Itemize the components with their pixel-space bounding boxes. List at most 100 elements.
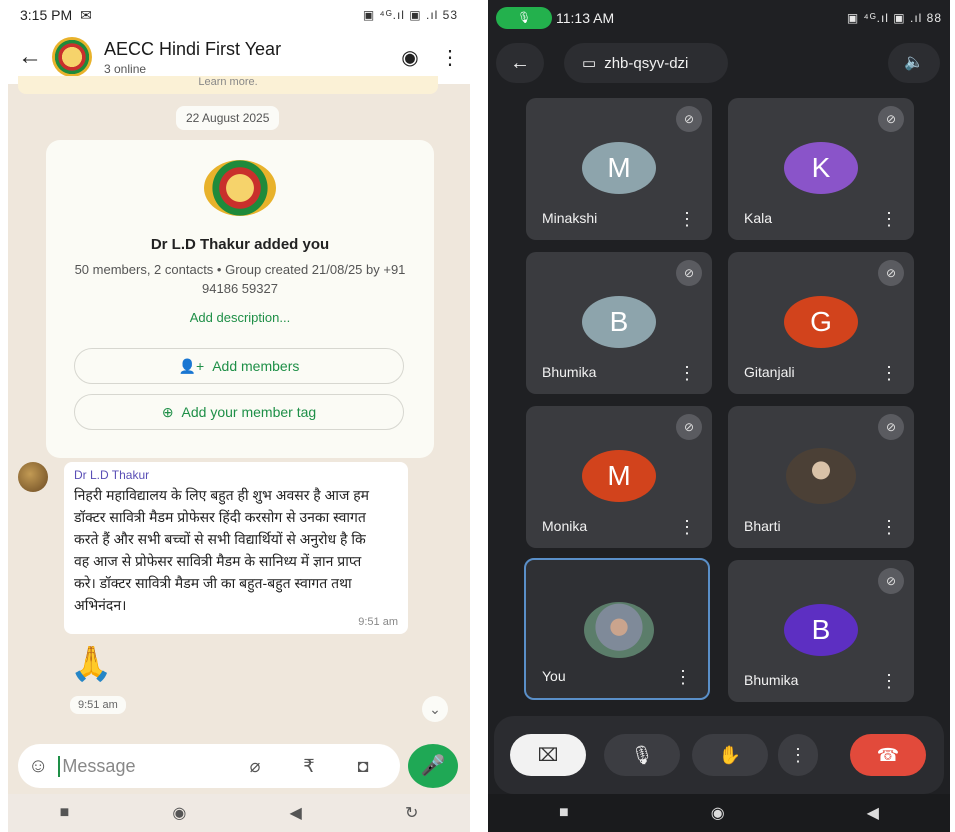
- participant-tile[interactable]: ⊘ M Monika ⋮: [526, 406, 712, 548]
- participant-tile[interactable]: ⊘ K Kala ⋮: [728, 98, 914, 240]
- more-options-icon[interactable]: ⋮: [430, 45, 470, 70]
- calendar-icon: ▭: [582, 55, 597, 72]
- payment-icon[interactable]: ₹: [282, 756, 336, 777]
- participant-tile[interactable]: ⊘ Bharti ⋮: [728, 406, 914, 548]
- add-person-icon: 👤+: [178, 357, 205, 374]
- mic-off-icon: ⊘: [878, 106, 904, 132]
- message-bubble[interactable]: Dr L.D Thakur निहरी महाविद्यालय के लिए ब…: [64, 462, 408, 634]
- meeting-code-chip[interactable]: ▭ zhb-qsyv-dzi: [564, 43, 728, 83]
- message-text: निहरी महाविद्यालय के लिए बहुत ही शुभ अवस…: [74, 487, 370, 613]
- attach-icon[interactable]: ⌀: [228, 756, 282, 777]
- notification-icon: ✉: [80, 6, 92, 23]
- tile-menu-icon[interactable]: ⋮: [880, 363, 898, 384]
- composer: ☺ Message ⌀ ₹ ◘ 🎤: [8, 738, 470, 794]
- participant-avatar: G: [784, 296, 858, 348]
- tile-menu-icon[interactable]: ⋮: [880, 671, 898, 692]
- mic-off-icon: ⊘: [676, 260, 702, 286]
- recent-apps-icon[interactable]: ■: [60, 804, 70, 822]
- message-input[interactable]: Message: [58, 755, 228, 777]
- screenshot-root: 3:15 PM ✉ ▣ ⁴ᴳ.ıl ▣ .ıl 53 ← AECC Hindi …: [0, 0, 955, 832]
- home-icon[interactable]: ◉: [711, 803, 725, 823]
- add-members-label: Add members: [212, 358, 300, 374]
- scroll-down-icon[interactable]: ⌄: [422, 696, 448, 722]
- status-time-right: 11:13 AM: [556, 10, 615, 26]
- participant-avatar: K: [784, 142, 858, 194]
- participant-name: Minakshi: [542, 210, 598, 226]
- chat-subtitle: 3 online: [104, 61, 147, 76]
- tile-menu-icon[interactable]: ⋮: [678, 363, 696, 384]
- back-nav-icon[interactable]: ◀: [867, 803, 879, 823]
- meeting-code: zhb-qsyv-dzi: [604, 54, 689, 72]
- chat-title: AECC Hindi First Year: [104, 38, 282, 59]
- tile-menu-icon[interactable]: ⋮: [678, 517, 696, 538]
- back-arrow-icon[interactable]: ←: [8, 43, 52, 71]
- ongoing-call-pill[interactable]: 🎙: [496, 7, 552, 29]
- participant-tile[interactable]: ⊘ M Minakshi ⋮: [526, 98, 712, 240]
- mic-off-icon: ⊘: [878, 260, 904, 286]
- meet-screen: 🎙 11:13 AM ▣ ⁴ᴳ.ıl ▣ .ıl 88 ← ▭ zhb-qsyv…: [488, 0, 950, 832]
- participant-avatar: B: [582, 296, 656, 348]
- more-options-button[interactable]: ⋮: [778, 734, 818, 776]
- participant-name: You: [542, 668, 566, 684]
- participant-tile[interactable]: ⊘ G Gitanjali ⋮: [728, 252, 914, 394]
- mic-off-icon: ⊘: [676, 106, 702, 132]
- status-bar: 3:15 PM ✉ ▣ ⁴ᴳ.ıl ▣ .ıl 53: [8, 0, 470, 30]
- date-chip: 22 August 2025: [176, 106, 280, 130]
- participant-name: Kala: [744, 210, 773, 226]
- sender-avatar[interactable]: [18, 462, 48, 492]
- recent-apps-icon[interactable]: ■: [559, 804, 569, 822]
- tile-menu-icon[interactable]: ⋮: [880, 209, 898, 230]
- message-sender[interactable]: Dr L.D Thakur: [74, 468, 398, 482]
- self-photo: [584, 602, 654, 658]
- back-nav-icon[interactable]: ◀: [290, 803, 302, 823]
- participant-avatar: B: [784, 604, 858, 656]
- message-time: 9:51 am: [358, 616, 398, 628]
- group-meta: 50 members, 2 contacts • Group created 2…: [74, 262, 406, 296]
- speaker-icon[interactable]: 🔈: [888, 43, 940, 83]
- participant-photo: [786, 448, 856, 504]
- status-icons: ▣ ⁴ᴳ.ıl ▣ .ıl 53: [362, 8, 458, 22]
- group-info-card: Dr L.D Thakur added you 50 members, 2 co…: [46, 140, 434, 458]
- camera-off-button[interactable]: ⌧: [510, 734, 586, 776]
- group-logo: [204, 160, 276, 216]
- add-members-button[interactable]: 👤+ Add members: [74, 348, 404, 384]
- self-tile[interactable]: You ⋮: [524, 558, 710, 700]
- emoji-icon[interactable]: ☺: [28, 755, 48, 778]
- add-member-tag-label: Add your member tag: [181, 404, 317, 420]
- mic-toggle-button[interactable]: 🎙: [604, 734, 680, 776]
- tile-menu-icon[interactable]: ⋮: [678, 209, 696, 230]
- mic-off-icon: ⊘: [878, 568, 904, 594]
- chat-title-block[interactable]: AECC Hindi First Year 3 online: [104, 39, 390, 76]
- participant-name: Gitanjali: [744, 364, 795, 380]
- status-icons-right: ▣ ⁴ᴳ.ıl ▣ .ıl 88: [846, 11, 942, 25]
- meet-header: ← ▭ zhb-qsyv-dzi 🔈: [488, 36, 950, 90]
- tile-menu-icon[interactable]: ⋮: [880, 517, 898, 538]
- whatsapp-screen: 3:15 PM ✉ ▣ ⁴ᴳ.ıl ▣ .ıl 53 ← AECC Hindi …: [8, 0, 470, 832]
- emoji-message-time: 9:51 am: [70, 696, 126, 714]
- end-call-button[interactable]: ☎: [850, 734, 926, 776]
- participant-tile[interactable]: ⊘ B Bhumika ⋮: [526, 252, 712, 394]
- tile-menu-icon[interactable]: ⋮: [674, 667, 692, 688]
- mic-off-icon: ⊘: [676, 414, 702, 440]
- raise-hand-button[interactable]: ✋: [692, 734, 768, 776]
- participant-name: Bhumika: [744, 672, 799, 688]
- home-icon[interactable]: ◉: [172, 803, 186, 823]
- message-input-bar[interactable]: ☺ Message ⌀ ₹ ◘: [18, 744, 400, 788]
- participant-name: Bharti: [744, 518, 781, 534]
- voice-chat-icon[interactable]: ◉: [390, 45, 430, 70]
- rotate-icon[interactable]: ↻: [405, 803, 418, 823]
- chat-area[interactable]: Learn more. 22 August 2025 Dr L.D Thakur…: [8, 76, 470, 738]
- participant-name: Monika: [542, 518, 588, 534]
- participant-tile[interactable]: ⊘ B Bhumika ⋮: [728, 560, 914, 702]
- camera-icon[interactable]: ◘: [336, 756, 390, 777]
- add-description-link[interactable]: Add description...: [46, 310, 434, 325]
- folded-hands-emoji[interactable]: 🙏: [70, 644, 112, 684]
- back-arrow-icon-right[interactable]: ←: [496, 43, 544, 83]
- added-by-title: Dr L.D Thakur added you: [150, 236, 330, 253]
- add-member-tag-button[interactable]: ⊕ Add your member tag: [74, 394, 404, 430]
- group-avatar[interactable]: [52, 37, 92, 77]
- mic-button[interactable]: 🎤: [408, 744, 458, 788]
- call-controls: ⌧ 🎙 ✋ ⋮ ☎: [494, 716, 944, 794]
- participant-avatar: M: [582, 142, 656, 194]
- encryption-banner: Learn more.: [18, 76, 438, 94]
